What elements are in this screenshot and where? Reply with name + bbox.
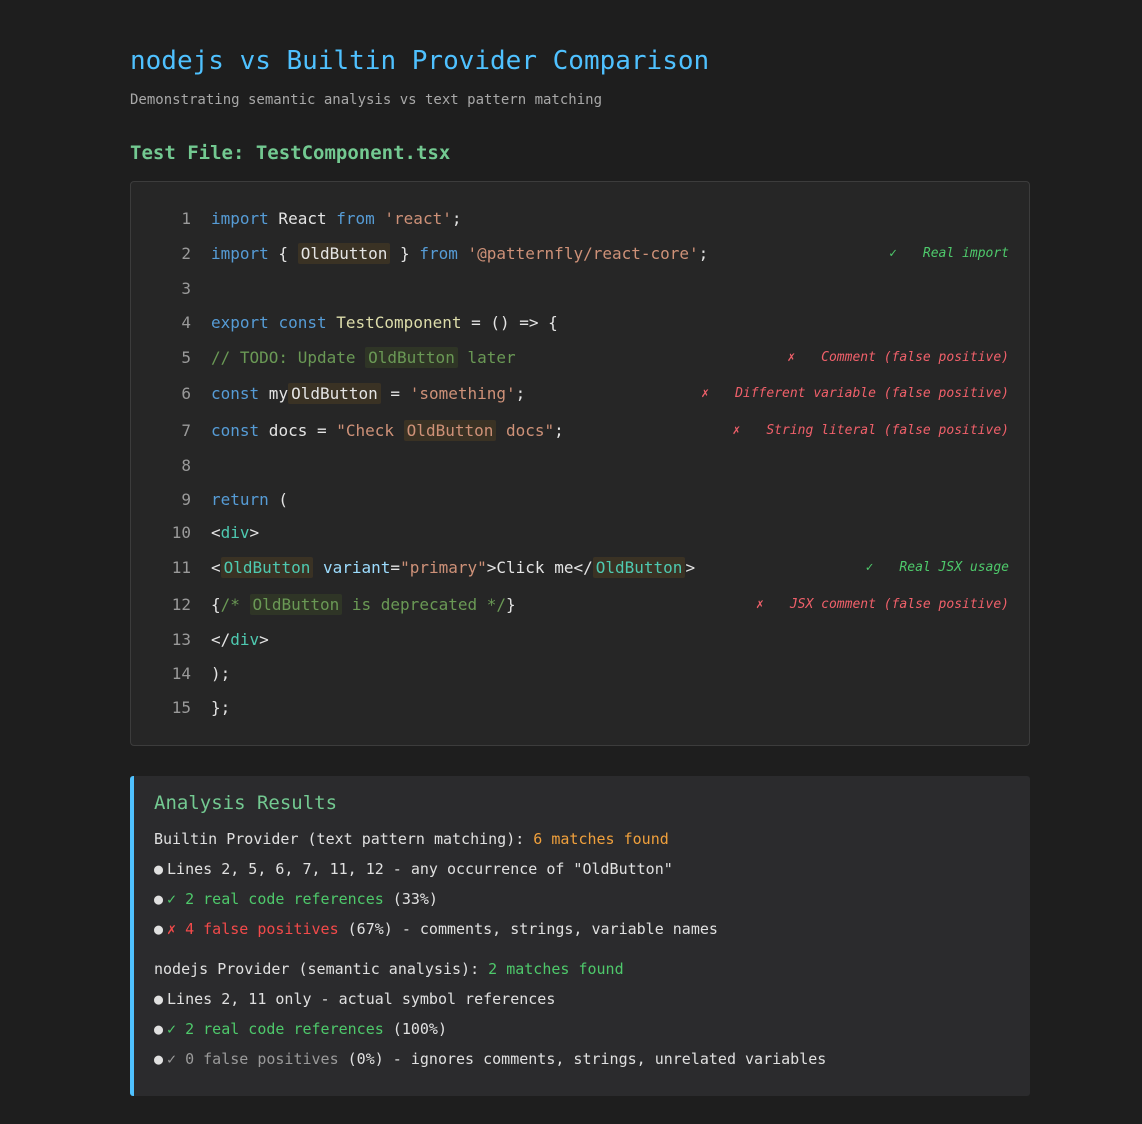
code-line: 7 const docs = "Check OldButton docs"; ✗… bbox=[131, 416, 1029, 446]
list-item: ● ✓ 2 real code references (33%) bbox=[154, 890, 438, 908]
line-number: 8 bbox=[181, 456, 191, 475]
bullet-icon: ● bbox=[154, 890, 164, 908]
code-line: 4 export const TestComponent = () => { bbox=[131, 308, 1029, 338]
nodejs-provider-heading: nodejs Provider (semantic analysis): 2 m… bbox=[154, 960, 624, 978]
builtin-match-count: 6 matches found bbox=[533, 830, 669, 848]
bullet-icon: ● bbox=[154, 920, 164, 938]
code-text: </div> bbox=[211, 630, 269, 649]
bullet-icon: ● bbox=[154, 860, 164, 878]
line-number: 7 bbox=[181, 421, 191, 440]
code-line: 10 <div> bbox=[131, 518, 1029, 548]
code-line: 12 {/* OldButton is deprecated */} ✗ JSX … bbox=[131, 590, 1029, 620]
code-text: import { OldButton } from '@patternfly/r… bbox=[211, 243, 709, 264]
line-number: 6 bbox=[181, 384, 191, 403]
line-number: 15 bbox=[171, 698, 191, 717]
code-text: < OldButton variant="primary">Click me</O… bbox=[211, 557, 696, 578]
line-number: 13 bbox=[171, 630, 191, 649]
code-text: <div> bbox=[211, 523, 260, 542]
code-line: 1 import React from 'react'; bbox=[131, 204, 1029, 234]
builtin-provider-heading: Builtin Provider (text pattern matching)… bbox=[154, 830, 669, 848]
code-line: 9 return ( bbox=[131, 485, 1029, 515]
code-line: 3 bbox=[131, 274, 1029, 304]
bullet-icon: ● bbox=[154, 1020, 164, 1038]
code-line: 8 bbox=[131, 451, 1029, 481]
cross-icon: ✗ bbox=[701, 386, 710, 401]
code-text: import React from 'react'; bbox=[211, 209, 462, 228]
line-number: 10 bbox=[171, 523, 191, 542]
match-highlight: OldButton bbox=[297, 243, 391, 264]
annotation-real-jsx: ✓ Real JSX usage bbox=[865, 560, 1009, 575]
annotation-real-import: ✓ Real import bbox=[889, 246, 1009, 261]
list-item: ● ✗ 4 false positives (67%) - comments, s… bbox=[154, 920, 718, 938]
code-text: }; bbox=[211, 698, 231, 717]
line-number: 12 bbox=[171, 595, 191, 614]
code-text: // TODO: Update OldButton later bbox=[211, 347, 516, 368]
cross-icon: ✗ bbox=[756, 597, 764, 612]
code-text: ); bbox=[211, 664, 231, 683]
page-subtitle: Demonstrating semantic analysis vs text … bbox=[130, 92, 603, 108]
code-line: 11 < OldButton variant="primary">Click me… bbox=[131, 553, 1029, 583]
line-number: 5 bbox=[181, 348, 191, 367]
line-number: 11 bbox=[171, 558, 191, 577]
line-number: 4 bbox=[181, 313, 191, 332]
code-text: const docs = "Check OldButton docs"; bbox=[211, 420, 564, 441]
match-highlight: OldButton bbox=[220, 557, 314, 578]
code-line: 2 import { OldButton } from '@patternfly… bbox=[131, 239, 1029, 269]
check-icon: ✓ bbox=[889, 246, 897, 261]
page-title: nodejs vs Builtin Provider Comparison bbox=[130, 46, 710, 76]
line-number: 9 bbox=[181, 490, 191, 509]
annotation-jsx-comment: ✗ JSX comment (false positive) bbox=[756, 597, 1009, 612]
cross-icon: ✗ bbox=[732, 423, 741, 438]
line-number: 14 bbox=[171, 664, 191, 683]
code-text: export const TestComponent = () => { bbox=[211, 313, 558, 332]
list-item: ● Lines 2, 11 only - actual symbol refere… bbox=[154, 990, 556, 1008]
match-highlight: OldButton bbox=[403, 420, 497, 441]
bullet-icon: ● bbox=[154, 1050, 164, 1068]
nodejs-match-count: 2 matches found bbox=[488, 960, 624, 978]
code-line: 14 ); bbox=[131, 659, 1029, 689]
code-block: 1 import React from 'react'; 2 import { … bbox=[130, 181, 1030, 746]
match-highlight: OldButton bbox=[365, 347, 458, 368]
code-line: 5 // TODO: Update OldButton later ✗ Comme… bbox=[131, 343, 1029, 373]
check-icon: ✓ bbox=[865, 560, 874, 575]
code-line: 15 }; bbox=[131, 693, 1029, 723]
list-item: ● ✓ 2 real code references (100%) bbox=[154, 1020, 447, 1038]
code-text: {/* OldButton is deprecated */} bbox=[211, 594, 516, 615]
match-highlight: OldButton bbox=[592, 557, 686, 578]
results-title: Analysis Results bbox=[154, 792, 338, 814]
code-line: 6 const my OldButton = 'something'; ✗ Diff… bbox=[131, 379, 1029, 409]
test-file-heading: Test File: TestComponent.tsx bbox=[130, 142, 451, 164]
line-number: 1 bbox=[181, 209, 191, 228]
code-text: const my OldButton = 'something'; bbox=[211, 383, 526, 404]
analysis-results-panel: Analysis Results Builtin Provider (text … bbox=[130, 776, 1030, 1096]
annotation-different-variable: ✗ Different variable (false positive) bbox=[701, 386, 1009, 401]
bullet-icon: ● bbox=[154, 990, 164, 1008]
annotation-string-literal: ✗ String literal (false positive) bbox=[732, 423, 1009, 438]
line-number: 3 bbox=[181, 279, 191, 298]
annotation-comment: ✗ Comment (false positive) bbox=[787, 350, 1009, 365]
list-item: ● Lines 2, 5, 6, 7, 11, 12 - any occurren… bbox=[154, 860, 673, 878]
match-highlight: OldButton bbox=[249, 594, 343, 615]
cross-icon: ✗ bbox=[787, 350, 796, 365]
match-highlight: OldButton bbox=[288, 383, 381, 404]
line-number: 2 bbox=[181, 244, 191, 263]
code-text: return ( bbox=[211, 490, 289, 509]
list-item: ● ✓ 0 false positives (0%) - ignores comm… bbox=[154, 1050, 827, 1068]
code-line: 13 </div> bbox=[131, 625, 1029, 655]
